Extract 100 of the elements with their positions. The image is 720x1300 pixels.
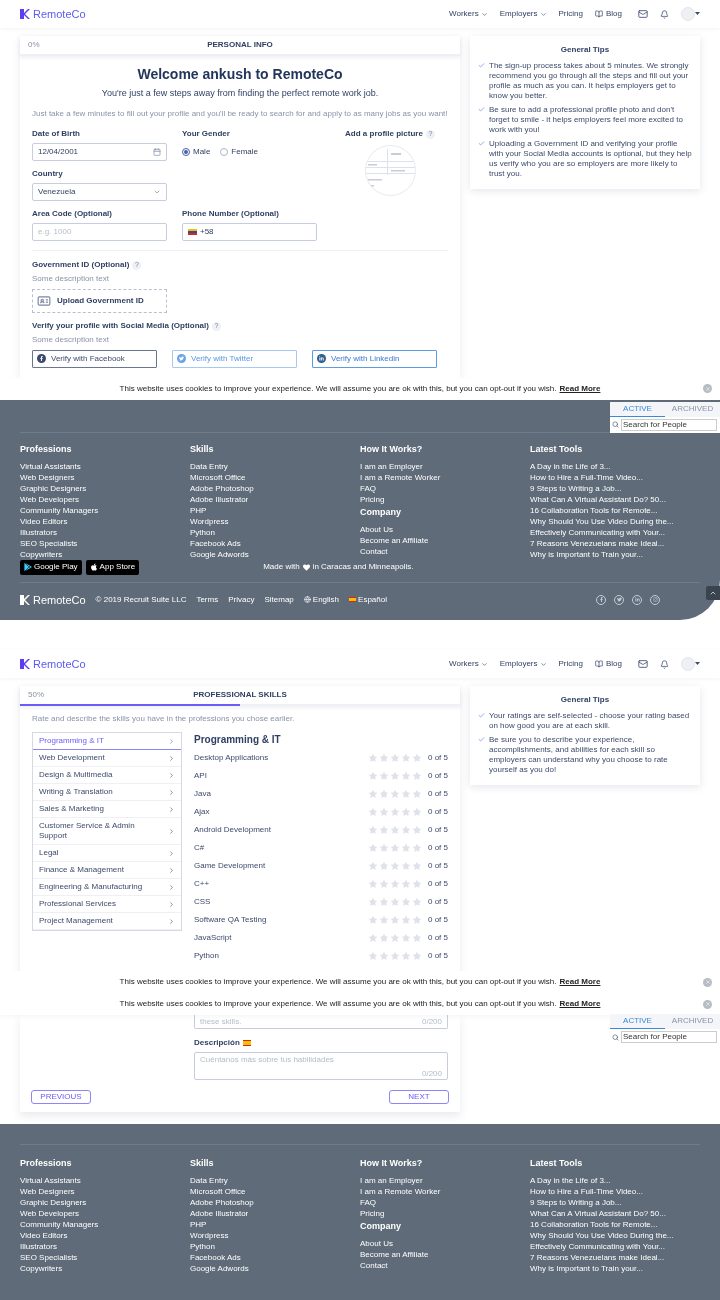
star-icon[interactable] <box>412 807 422 817</box>
footer-link[interactable]: PHP <box>190 1220 207 1229</box>
star-rating[interactable] <box>368 897 422 907</box>
star-icon[interactable] <box>368 825 378 835</box>
footer-link[interactable]: FAQ <box>360 1198 376 1207</box>
footer-link[interactable]: Become an Affiliate <box>360 535 429 545</box>
footer-link[interactable]: 16 Collaboration Tools for Remote... <box>530 1220 658 1229</box>
footer-link[interactable]: FAQ <box>360 483 376 493</box>
star-icon[interactable] <box>412 753 422 763</box>
footer-link[interactable]: Virtual Assistants <box>20 461 81 471</box>
footer-link[interactable]: Copywriters <box>20 1264 63 1273</box>
star-icon[interactable] <box>401 789 411 799</box>
footer-link[interactable]: I am a Remote Worker <box>360 472 441 482</box>
star-icon[interactable] <box>368 843 378 853</box>
star-icon[interactable] <box>379 933 389 943</box>
star-icon[interactable] <box>390 951 400 961</box>
twitter-button[interactable]: Verify with Twitter <box>172 349 297 368</box>
footer-link[interactable]: Contact <box>360 1261 388 1270</box>
mail-icon[interactable] <box>638 9 648 19</box>
footer-link[interactable]: Microsoft Office <box>190 472 246 482</box>
footer-link[interactable]: Web Developers <box>20 494 79 504</box>
footer-link[interactable]: Facebook Ads <box>190 1253 241 1262</box>
nav-menu[interactable]: Employers <box>499 658 547 670</box>
read-more-link[interactable]: Read More <box>559 998 601 1010</box>
star-icon[interactable] <box>401 843 411 853</box>
next-button[interactable]: NEXT <box>389 1090 449 1104</box>
footer-link[interactable]: Adobe Photoshop <box>190 483 254 493</box>
star-icon[interactable] <box>368 933 378 943</box>
star-icon[interactable] <box>390 933 400 943</box>
nav-menu[interactable]: Workers <box>449 8 488 20</box>
radio-button[interactable] <box>220 147 229 156</box>
star-rating[interactable] <box>368 861 422 871</box>
star-icon[interactable] <box>379 771 389 781</box>
star-icon[interactable] <box>379 879 389 889</box>
footer-link[interactable]: Graphic Designers <box>20 1198 87 1207</box>
star-icon[interactable] <box>379 825 389 835</box>
star-icon[interactable] <box>401 879 411 889</box>
footer-link[interactable]: 16 Collaboration Tools for Remote... <box>530 505 658 515</box>
footer-link[interactable]: Adobe Illustrator <box>190 1209 249 1218</box>
star-icon[interactable] <box>390 915 400 925</box>
star-icon[interactable] <box>368 879 378 889</box>
star-icon[interactable] <box>379 897 389 907</box>
star-icon[interactable] <box>368 861 378 871</box>
footer-link[interactable]: Copywriters <box>20 549 63 559</box>
nav-link[interactable]: Pricing <box>558 8 583 20</box>
scroll-top-button[interactable] <box>706 586 720 600</box>
category-item[interactable]: Professional Services <box>33 896 181 913</box>
star-rating[interactable] <box>368 753 422 763</box>
footer-link[interactable]: What Can A Virtual Assistant Do? 50... <box>530 494 666 504</box>
star-icon[interactable] <box>390 879 400 889</box>
footer-bottom-link[interactable]: Español <box>349 593 387 606</box>
panel-tab[interactable]: ARCHIVED <box>665 401 720 417</box>
facebook-button[interactable]: Verify with Facebook <box>32 349 157 368</box>
footer-link[interactable]: Why Should You Use Video During the... <box>530 516 674 526</box>
category-item[interactable]: Customer Service & Admin Support <box>33 818 181 845</box>
star-icon[interactable] <box>379 753 389 763</box>
footer-link[interactable]: About Us <box>360 524 393 534</box>
footer-link[interactable]: Effectively Communicating with Your... <box>530 1242 666 1251</box>
star-icon[interactable] <box>412 933 422 943</box>
footer-link[interactable]: 7 Reasons Venezuelans make Ideal... <box>530 1253 665 1262</box>
footer-link[interactable]: Virtual Assistants <box>20 1176 81 1185</box>
star-rating[interactable] <box>368 825 422 835</box>
star-rating[interactable] <box>368 933 422 943</box>
footer-link[interactable]: Why is Important to Train your... <box>530 549 643 559</box>
category-item[interactable]: Engineering & Manufacturing <box>33 879 181 896</box>
star-icon[interactable] <box>401 771 411 781</box>
previous-button[interactable]: PREVIOUS <box>31 1090 91 1104</box>
star-rating[interactable] <box>368 771 422 781</box>
footer-link[interactable]: How to Hire a Full-Time Video... <box>530 1187 643 1196</box>
footer-link[interactable]: Adobe Illustrator <box>190 494 249 504</box>
star-icon[interactable] <box>390 825 400 835</box>
star-rating[interactable] <box>368 879 422 889</box>
footer-link[interactable]: Pricing <box>360 1209 385 1218</box>
star-icon[interactable] <box>390 771 400 781</box>
nav-link[interactable]: Blog <box>595 8 622 20</box>
category-item[interactable]: Programming & IT <box>33 733 181 750</box>
star-rating[interactable] <box>368 951 422 961</box>
logo-text[interactable]: RemoteCo <box>33 5 86 23</box>
footer-bottom-link[interactable]: English <box>303 593 340 606</box>
instagram-icon[interactable] <box>650 594 660 605</box>
star-icon[interactable] <box>368 951 378 961</box>
footer-link[interactable]: Illustrators <box>20 1242 57 1251</box>
caret-icon[interactable] <box>695 662 700 666</box>
footer-link[interactable]: Video Editors <box>20 516 68 526</box>
footer-link[interactable]: I am an Employer <box>360 1176 423 1185</box>
category-item[interactable]: Design & Multimedia <box>33 767 181 784</box>
footer-link[interactable]: I am a Remote Worker <box>360 1187 441 1196</box>
footer-link[interactable]: Adobe Photoshop <box>190 1198 254 1207</box>
star-icon[interactable] <box>390 843 400 853</box>
nav-link[interactable]: Pricing <box>558 658 583 670</box>
star-icon[interactable] <box>412 897 422 907</box>
category-item[interactable]: Writing & Translation <box>33 784 181 801</box>
star-icon[interactable] <box>368 771 378 781</box>
star-icon[interactable] <box>412 825 422 835</box>
star-icon[interactable] <box>401 933 411 943</box>
footer-link[interactable]: What Can A Virtual Assistant Do? 50... <box>530 1209 666 1218</box>
nav-link[interactable]: Blog <box>595 658 622 670</box>
star-icon[interactable] <box>401 897 411 907</box>
star-icon[interactable] <box>401 915 411 925</box>
star-icon[interactable] <box>379 789 389 799</box>
